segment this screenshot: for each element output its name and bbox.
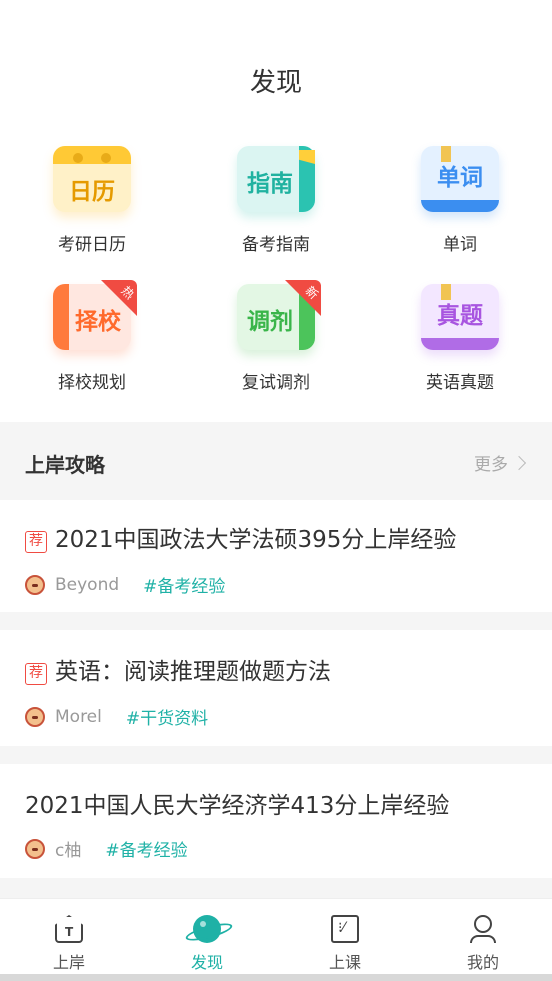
grid-item-label: 复试调剂 xyxy=(242,373,310,393)
grid-item-adjust[interactable]: 调剂 新 复试调剂 xyxy=(184,280,368,393)
profile-icon xyxy=(469,915,497,943)
author-name: Beyond xyxy=(55,574,120,595)
calendar-icon: 日历 xyxy=(53,146,131,212)
article-tag[interactable]: #备考经验 xyxy=(105,836,187,861)
article-meta: c柚 #备考经验 xyxy=(25,836,188,861)
avatar xyxy=(25,838,45,859)
exam-book-icon: 真题 xyxy=(421,284,499,350)
divider xyxy=(0,878,552,898)
class-board-icon: ⁝⁄ xyxy=(331,915,359,943)
section-title: 上岸攻略 xyxy=(25,453,105,477)
grid-item-label: 备考指南 xyxy=(242,235,310,255)
tab-shangan[interactable]: T 上岸 xyxy=(0,899,138,975)
article-tag[interactable]: #备考经验 xyxy=(143,572,225,597)
tab-label: 上岸 xyxy=(52,953,85,972)
avatar xyxy=(25,574,45,595)
system-nav-strip xyxy=(0,974,552,981)
article-tag[interactable]: #干货资料 xyxy=(126,704,208,729)
bottom-tab-bar: T 上岸 发现 ⁝⁄ 上课 我的 xyxy=(0,898,552,974)
vocabulary-book-icon: 单词 xyxy=(421,146,499,212)
chevron-right-icon xyxy=(511,455,527,471)
guide-book-icon: 指南 xyxy=(237,146,315,212)
avatar xyxy=(25,706,45,727)
tab-class[interactable]: ⁝⁄ 上课 xyxy=(276,899,414,975)
divider xyxy=(0,612,552,630)
article-card[interactable]: 荐 2021中国政法大学法硕395分上岸经验 Beyond #备考经验 xyxy=(0,500,552,612)
grid-item-school[interactable]: 择校 热 择校规划 xyxy=(0,280,184,393)
more-link[interactable]: 更多 xyxy=(474,450,527,475)
recommended-badge: 荐 xyxy=(25,531,47,553)
grid-item-vocabulary[interactable]: 单词 单词 xyxy=(368,146,552,255)
tab-label: 我的 xyxy=(466,953,499,972)
article-meta: Beyond #备考经验 xyxy=(25,572,225,597)
tab-me[interactable]: 我的 xyxy=(414,899,552,975)
home-t-icon: T xyxy=(55,915,83,943)
grid-item-label: 择校规划 xyxy=(58,373,126,393)
school-book-icon: 择校 热 xyxy=(53,280,137,350)
article-title: 荐 2021中国政法大学法硕395分上岸经验 xyxy=(25,520,456,554)
grid-item-guide[interactable]: 指南 备考指南 xyxy=(184,146,368,255)
recommended-badge: 荐 xyxy=(25,663,47,685)
article-card[interactable]: 荐英语：阅读推理题做题方法 Morel #干货资料 xyxy=(0,630,552,746)
divider xyxy=(0,746,552,764)
tab-label: 发现 xyxy=(190,953,223,972)
article-title: 2021中国人民大学经济学413分上岸经验 xyxy=(25,793,450,819)
grid-item-exam[interactable]: 真题 英语真题 xyxy=(368,284,552,393)
tab-label: 上课 xyxy=(328,953,361,972)
adjust-book-icon: 调剂 新 xyxy=(237,280,321,350)
grid-item-label: 考研日历 xyxy=(58,235,126,255)
grid-item-calendar[interactable]: 日历 考研日历 xyxy=(0,146,184,255)
grid-item-label: 单词 xyxy=(443,235,477,255)
planet-icon xyxy=(193,915,221,943)
article-meta: Morel #干货资料 xyxy=(25,704,208,729)
article-card[interactable]: 2021中国人民大学经济学413分上岸经验 c柚 #备考经验 xyxy=(0,764,552,878)
article-title: 荐英语：阅读推理题做题方法 xyxy=(25,652,331,686)
page-title: 发现 xyxy=(249,68,302,98)
tab-discover[interactable]: 发现 xyxy=(138,899,276,975)
grid-item-label: 英语真题 xyxy=(426,373,494,393)
author-name: c柚 xyxy=(55,841,82,861)
author-name: Morel xyxy=(55,706,102,727)
